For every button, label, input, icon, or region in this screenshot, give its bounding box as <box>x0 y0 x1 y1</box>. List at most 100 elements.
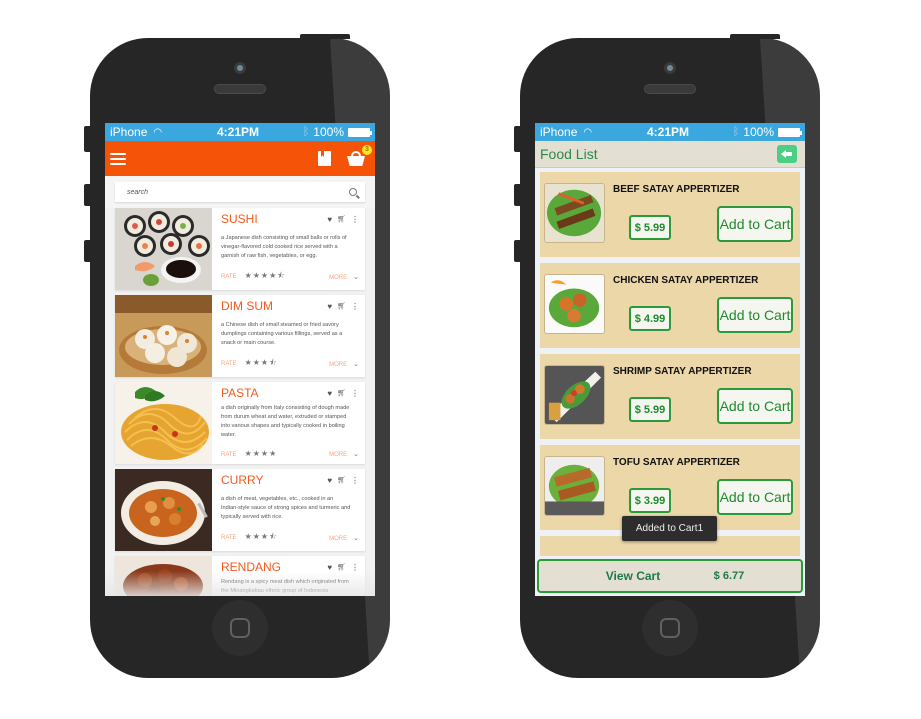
heart-icon[interactable]: ♥ <box>327 302 332 311</box>
add-cart-icon[interactable]: 🛒︎ <box>337 476 346 484</box>
menu-item: SHRIMP SATAY APPERTIZER $ 5.99 Add to Ca… <box>540 354 800 439</box>
home-square-icon <box>660 618 680 638</box>
add-to-cart-button[interactable]: Add to Cart <box>717 297 793 333</box>
star-rating[interactable]: ★★★⯪ <box>245 532 278 541</box>
food-title: PASTA <box>221 386 259 400</box>
wifi-icon: ◠ <box>153 126 163 138</box>
chevron-down-icon[interactable]: ⌄ <box>353 361 359 368</box>
view-cart-label: View Cart <box>605 569 661 583</box>
item-price: $ 5.99 <box>629 215 671 240</box>
rate-button[interactable]: RATE <box>221 452 237 458</box>
battery-percent: 100% <box>743 125 774 139</box>
add-cart-icon[interactable]: 🛒︎ <box>337 389 346 397</box>
more-button[interactable]: MORE <box>329 452 347 458</box>
food-card[interactable]: CURRY ♥ 🛒︎ ⋮ a dish of meat, vegetables,… <box>115 469 365 551</box>
more-vert-icon[interactable]: ⋮ <box>351 302 359 311</box>
rate-button[interactable]: RATE <box>221 535 237 541</box>
mute-switch <box>84 126 90 152</box>
more-button[interactable]: MORE <box>329 275 347 281</box>
item-price: $ 5.99 <box>629 397 671 422</box>
chevron-down-icon[interactable]: ⌄ <box>353 535 359 542</box>
shrimp-satay-image <box>544 365 605 425</box>
sushi-image <box>115 208 212 290</box>
add-to-cart-button[interactable]: Add to Cart <box>717 388 793 424</box>
more-vert-icon[interactable]: ⋮ <box>351 389 359 398</box>
item-price: $ 4.99 <box>629 306 671 331</box>
search-input[interactable] <box>127 188 307 196</box>
menu-list: BEEF SATAY APPERTIZER $ 5.99 Add to Cart… <box>535 168 805 556</box>
item-name: CHICKEN SATAY APPERTIZER <box>613 275 759 286</box>
heart-icon[interactable]: ♥ <box>327 215 332 224</box>
power-button <box>300 34 350 39</box>
add-cart-icon[interactable]: 🛒︎ <box>337 302 346 310</box>
speaker-grille <box>214 84 266 94</box>
volume-up-button <box>84 184 90 206</box>
food-description: a Japanese dish consisting of small ball… <box>221 235 347 259</box>
add-to-cart-button[interactable]: Add to Cart <box>717 206 793 242</box>
cart-badge: 3 <box>362 145 372 155</box>
item-price: $ 3.99 <box>629 488 671 513</box>
battery-icon <box>348 127 372 137</box>
food-card[interactable]: PASTA ♥ 🛒︎ ⋮ a dish originally from Ital… <box>115 382 365 464</box>
heart-icon[interactable]: ♥ <box>327 389 332 398</box>
rate-button[interactable]: RATE <box>221 274 237 280</box>
food-title: SUSHI <box>221 212 258 226</box>
battery-percent: 100% <box>313 125 344 139</box>
bookmark-book-icon[interactable] <box>318 151 331 166</box>
heart-icon[interactable]: ♥ <box>327 476 332 485</box>
screen-left: iPhone ◠ 4:21PM ᛒ 100% 3 search SUSHI ♥ … <box>105 123 375 596</box>
status-bar: iPhone ◠ 4:21PM ᛒ 100% <box>535 123 805 141</box>
home-button[interactable] <box>642 600 698 656</box>
item-name: TOFU SATAY APPERTIZER <box>613 457 740 468</box>
star-rating[interactable]: ★★★⯪ <box>245 358 278 367</box>
basket-icon <box>347 156 365 166</box>
scroll-fade <box>105 571 375 596</box>
item-name: SHRIMP SATAY APPERTIZER <box>613 366 752 377</box>
chicken-satay-image <box>544 274 605 334</box>
more-vert-icon[interactable]: ⋮ <box>351 215 359 224</box>
menu-icon[interactable] <box>110 152 126 165</box>
beef-satay-image <box>544 183 605 243</box>
more-button[interactable]: MORE <box>329 536 347 542</box>
chevron-down-icon[interactable]: ⌄ <box>353 274 359 281</box>
clock: 4:21PM <box>217 125 260 139</box>
camera-icon <box>664 62 676 74</box>
wifi-icon: ◠ <box>583 126 593 138</box>
curry-image <box>115 469 212 551</box>
search-icon[interactable] <box>349 188 357 196</box>
page-title: Food List <box>540 146 598 162</box>
food-title: DIM SUM <box>221 299 273 313</box>
phone-left: iPhone ◠ 4:21PM ᛒ 100% 3 search SUSHI ♥ … <box>90 38 390 678</box>
toast-message: Added to Cart1 <box>622 516 717 541</box>
rate-button[interactable]: RATE <box>221 361 237 367</box>
food-list: SUSHI ♥ 🛒︎ ⋮ a Japanese dish consisting … <box>105 208 375 596</box>
add-cart-icon[interactable]: 🛒︎ <box>337 563 346 571</box>
cart-button[interactable]: 3 <box>347 145 372 166</box>
dim-sum-image <box>115 295 212 377</box>
food-card[interactable]: DIM SUM ♥ 🛒︎ ⋮ a Chinese dish of small s… <box>115 295 365 377</box>
home-button[interactable] <box>212 600 268 656</box>
food-description: a Chinese dish of small steamed or fried… <box>221 322 343 346</box>
menu-item: BEEF SATAY APPERTIZER $ 5.99 Add to Cart <box>540 172 800 257</box>
carrier-label: iPhone <box>540 125 578 139</box>
star-rating[interactable]: ★★★★ <box>245 449 278 458</box>
volume-down-button <box>84 240 90 262</box>
carrier-label: iPhone <box>110 125 148 139</box>
power-button <box>730 34 780 39</box>
add-to-cart-button[interactable]: Add to Cart <box>717 479 793 515</box>
bluetooth-icon: ᛒ <box>302 126 310 138</box>
view-cart-button[interactable]: View Cart $ 6.77 <box>537 559 803 593</box>
more-vert-icon[interactable]: ⋮ <box>351 476 359 485</box>
search-bar <box>105 176 375 208</box>
more-button[interactable]: MORE <box>329 362 347 368</box>
back-button[interactable] <box>777 145 797 163</box>
food-card[interactable]: SUSHI ♥ 🛒︎ ⋮ a Japanese dish consisting … <box>115 208 365 290</box>
chevron-down-icon[interactable]: ⌄ <box>353 451 359 458</box>
add-cart-icon[interactable]: 🛒︎ <box>337 215 346 223</box>
bluetooth-icon: ᛒ <box>732 126 740 138</box>
app-bar: 3 <box>105 141 375 176</box>
star-rating[interactable]: ★★★★⯪ <box>245 271 286 280</box>
mute-switch <box>514 126 520 152</box>
header: Food List <box>535 141 805 168</box>
phone-right: iPhone ◠ 4:21PM ᛒ 100% Food List BEEF SA… <box>520 38 820 678</box>
